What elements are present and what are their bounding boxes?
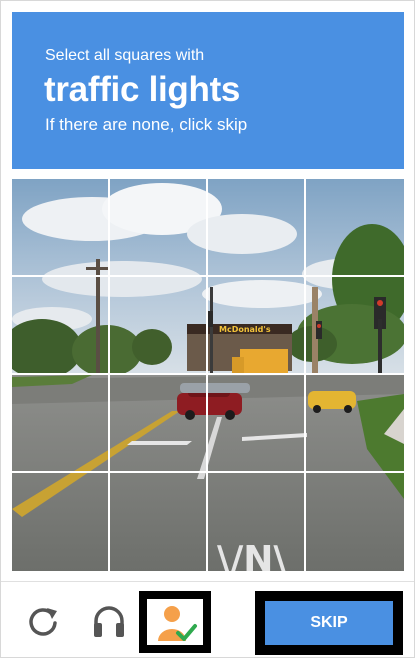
grid-tile[interactable] bbox=[110, 375, 208, 473]
info-button[interactable] bbox=[139, 591, 211, 653]
footer-divider bbox=[1, 581, 414, 582]
grid-tile[interactable] bbox=[12, 277, 110, 375]
grid-tile[interactable] bbox=[12, 179, 110, 277]
person-check-icon bbox=[158, 606, 197, 641]
captcha-footer: SKIP bbox=[1, 583, 414, 657]
captcha-frame: Select all squares with traffic lights I… bbox=[0, 0, 415, 658]
tile-grid bbox=[12, 179, 404, 571]
grid-tile[interactable] bbox=[110, 473, 208, 571]
grid-tile[interactable] bbox=[306, 375, 404, 473]
grid-tile[interactable] bbox=[12, 473, 110, 571]
skip-button-frame: SKIP bbox=[255, 591, 403, 655]
info-button-inner bbox=[147, 599, 203, 645]
grid-tile[interactable] bbox=[306, 277, 404, 375]
grid-tile[interactable] bbox=[306, 473, 404, 571]
instruction-header: Select all squares with traffic lights I… bbox=[12, 12, 404, 169]
grid-tile[interactable] bbox=[306, 179, 404, 277]
grid-tile[interactable] bbox=[208, 473, 306, 571]
target-object-label: traffic lights bbox=[44, 70, 241, 109]
challenge-image-grid: McDonald's \/N\ bbox=[12, 179, 404, 571]
skip-hint-text: If there are none, click skip bbox=[45, 115, 248, 134]
grid-tile[interactable] bbox=[208, 179, 306, 277]
grid-tile[interactable] bbox=[208, 277, 306, 375]
instruction-text: Select all squares with bbox=[45, 47, 205, 64]
grid-tile[interactable] bbox=[110, 179, 208, 277]
grid-tile[interactable] bbox=[208, 375, 306, 473]
grid-tile[interactable] bbox=[12, 375, 110, 473]
grid-tile[interactable] bbox=[110, 277, 208, 375]
headphones-icon[interactable] bbox=[89, 601, 129, 641]
skip-button[interactable]: SKIP bbox=[265, 601, 393, 645]
reload-icon[interactable] bbox=[25, 603, 61, 639]
